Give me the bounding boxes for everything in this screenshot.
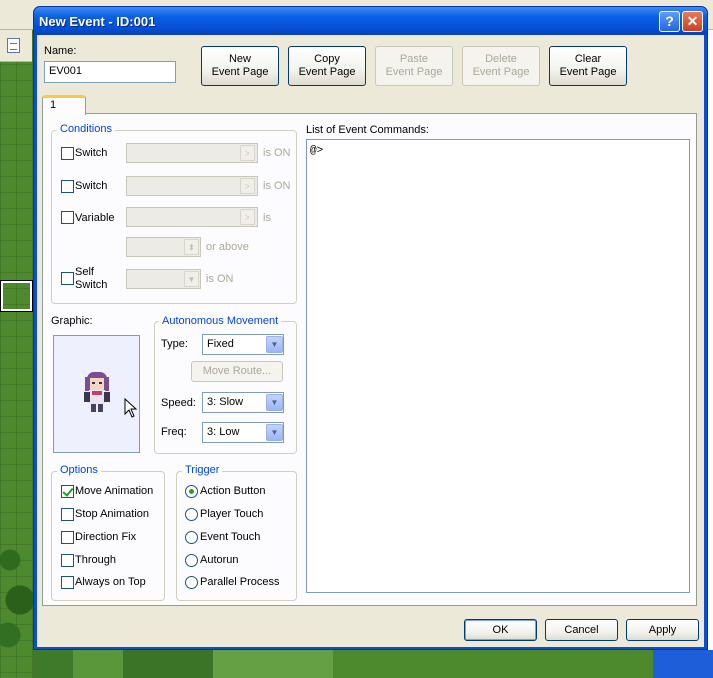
switch2-suffix: is ON (263, 180, 291, 192)
self-switch-label-line2: Switch (75, 279, 108, 291)
always-on-top-label: Always on Top (75, 576, 146, 588)
copy-event-page-button[interactable]: Copy Event Page (288, 46, 366, 86)
freq-label: Freq: (161, 426, 187, 438)
graphic-label: Graphic: (51, 315, 93, 327)
new-event-page-button[interactable]: New Event Page (201, 46, 279, 86)
button-line-2: Event Page (211, 66, 269, 78)
map-trees (0, 540, 33, 650)
button-line-1: Clear (574, 53, 602, 65)
paste-event-page-button[interactable]: Paste Event Page (375, 46, 453, 86)
button-line-1: Delete (485, 53, 517, 65)
variable-checkbox[interactable] (61, 211, 74, 224)
switch1-label: Switch (75, 147, 108, 159)
chevron-down-icon[interactable]: ▼ (266, 424, 283, 441)
delete-event-page-button[interactable]: Delete Event Page (462, 46, 540, 86)
variable-label: Variable (75, 212, 115, 224)
move-route-button[interactable]: Move Route... (191, 361, 283, 382)
map-bottom-tiles (33, 650, 653, 678)
switch2-checkbox[interactable] (61, 180, 74, 193)
action-button-label: Action Button (200, 485, 266, 497)
spinner-arrows-icon: ⬍ (184, 239, 199, 255)
editor-right-edge (708, 30, 713, 650)
self-switch-label: Self Switch (75, 266, 107, 292)
chevron-right-icon: > (240, 209, 255, 225)
autorun-label: Autorun (200, 554, 239, 566)
self-switch-checkbox[interactable] (61, 272, 74, 285)
variable-suffix: is (263, 212, 271, 224)
move-animation-checkbox[interactable] (61, 485, 74, 498)
options-title: Options (57, 464, 101, 476)
through-label: Through (75, 554, 116, 566)
name-input[interactable]: EV001 (44, 61, 176, 83)
close-button[interactable]: ✕ (682, 11, 703, 32)
chevron-right-icon: > (240, 145, 255, 161)
always-on-top-checkbox[interactable] (61, 576, 74, 589)
button-line-1: Copy (314, 53, 340, 65)
button-line-2: Event Page (559, 66, 617, 78)
document-icon[interactable] (7, 38, 20, 53)
mouse-pointer-icon (124, 398, 138, 418)
tab-page-1[interactable]: 1 (42, 95, 86, 115)
editor-scroll-area (650, 650, 713, 678)
stop-animation-label: Stop Animation (75, 508, 149, 520)
autonomous-movement-title: Autonomous Movement (159, 315, 282, 327)
switch1-suffix: is ON (263, 147, 291, 159)
direction-fix-label: Direction Fix (75, 531, 137, 543)
clear-event-page-button[interactable]: Clear Event Page (549, 46, 627, 86)
cancel-button[interactable]: Cancel (545, 619, 618, 641)
chevron-down-icon: ▼ (184, 271, 199, 287)
through-checkbox[interactable] (61, 554, 74, 567)
player-touch-radio[interactable] (185, 508, 198, 521)
event-touch-label: Event Touch (200, 531, 261, 543)
help-button[interactable]: ? (659, 11, 680, 32)
switch1-checkbox[interactable] (61, 147, 74, 160)
commands-label: List of Event Commands: (306, 124, 429, 136)
direction-fix-checkbox[interactable] (61, 531, 74, 544)
map-tile-cursor (0, 280, 33, 312)
trigger-title: Trigger (182, 464, 223, 476)
name-label: Name: (44, 45, 77, 57)
ok-button[interactable]: OK (464, 619, 537, 641)
chevron-right-icon: > (240, 178, 255, 194)
apply-button[interactable]: Apply (626, 619, 699, 641)
button-line-1: New (228, 53, 251, 65)
variable-select[interactable] (126, 207, 258, 227)
action-button-radio[interactable] (185, 485, 198, 498)
chevron-down-icon[interactable]: ▼ (266, 336, 283, 353)
type-label: Type: (161, 338, 188, 350)
window-title: New Event - ID:001 (39, 14, 156, 29)
autorun-radio[interactable] (185, 554, 198, 567)
button-line-2: Event Page (298, 66, 356, 78)
switch2-select[interactable] (126, 176, 258, 196)
button-line-2: Event Page (385, 66, 443, 78)
speed-label: Speed: (161, 397, 196, 409)
list-item[interactable]: @> (310, 145, 686, 157)
graphic-preview[interactable] (53, 335, 140, 453)
parallel-process-radio[interactable] (185, 576, 198, 589)
switch2-label: Switch (75, 180, 108, 192)
or-above-label: or above (206, 241, 249, 253)
player-touch-label: Player Touch (200, 508, 264, 520)
self-switch-suffix: is ON (206, 273, 234, 285)
move-animation-label: Move Animation (75, 485, 154, 497)
switch1-select[interactable] (126, 143, 258, 163)
self-switch-label-line1: Self (75, 266, 94, 278)
conditions-title: Conditions (57, 123, 115, 135)
chevron-down-icon[interactable]: ▼ (266, 394, 283, 411)
button-line-2: Event Page (472, 66, 530, 78)
event-touch-radio[interactable] (185, 531, 198, 544)
character-sprite-icon (84, 372, 110, 412)
button-line-1: Paste (399, 53, 429, 65)
stop-animation-checkbox[interactable] (61, 508, 74, 521)
event-commands-list[interactable]: @> (306, 139, 690, 593)
parallel-process-label: Parallel Process (200, 576, 280, 588)
